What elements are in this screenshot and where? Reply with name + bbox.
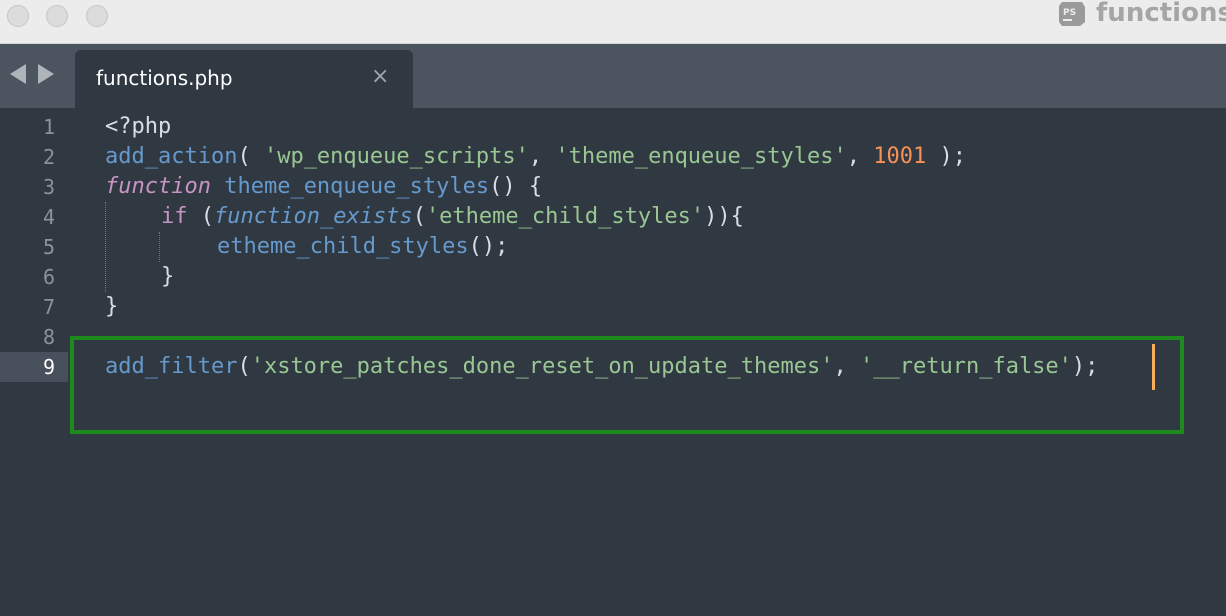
line-number: 7 [42, 295, 55, 319]
line-number: 2 [42, 145, 55, 169]
string-literal: 'wp_enqueue_scripts' [263, 144, 529, 169]
code-line-7: } [105, 292, 118, 322]
zoom-window-button[interactable] [86, 5, 108, 27]
indent-guide [105, 202, 106, 292]
code-line-3: function theme_enqueue_styles() { [105, 172, 542, 202]
php-open-tag: <?php [105, 114, 172, 139]
code-line-6: } [161, 262, 174, 292]
line-number-current: 9 [42, 355, 55, 379]
tab-label: functions.php [96, 66, 233, 90]
line-number: 1 [42, 115, 55, 139]
punctuation: ); [926, 144, 966, 169]
punctuation: ( [412, 204, 426, 229]
string-literal: 'theme_enqueue_styles' [555, 144, 847, 169]
punctuation: , [528, 144, 556, 169]
chevron-right-icon[interactable] [38, 64, 54, 84]
keyword: function [105, 174, 211, 199]
function-name: theme_enqueue_styles [224, 174, 490, 199]
punctuation: , [846, 144, 874, 169]
tab-bar: functions.php × [0, 44, 1226, 108]
code-line-5: etheme_child_styles(); [217, 232, 508, 262]
line-number: 8 [42, 325, 55, 349]
string-literal: 'etheme_child_styles' [425, 204, 705, 229]
window-title: functions. [1096, 0, 1226, 28]
punctuation: ( [237, 144, 264, 169]
highlight-annotation-box [70, 336, 1184, 434]
punctuation: } [161, 264, 175, 289]
punctuation: (); [468, 234, 509, 259]
number-literal: 1001 [873, 144, 927, 169]
minimize-window-button[interactable] [46, 5, 68, 27]
chevron-left-icon[interactable] [10, 64, 26, 84]
function-call: function_exists [214, 204, 413, 229]
ps-icon: PS [1059, 2, 1085, 26]
keyword: if [161, 204, 188, 229]
punctuation: } [105, 294, 119, 319]
line-number: 5 [42, 235, 55, 259]
function-call: add_action [105, 144, 238, 169]
code-editor[interactable]: 1 2 3 4 5 6 7 8 9 <?php add_action( 'wp_… [0, 108, 1226, 616]
punctuation: ( [187, 204, 214, 229]
close-icon[interactable]: × [371, 65, 389, 89]
close-window-button[interactable] [7, 5, 29, 27]
punctuation: () { [489, 174, 543, 199]
line-number: 6 [42, 265, 55, 289]
code-line-1: <?php [105, 112, 171, 142]
indent-guide [159, 232, 160, 262]
line-number: 3 [42, 175, 55, 199]
svg-text:PS: PS [1063, 8, 1076, 18]
function-call: etheme_child_styles [217, 234, 469, 259]
code-line-4: if (function_exists('etheme_child_styles… [161, 202, 744, 232]
title-bar: PS functions. [0, 0, 1226, 44]
line-number: 4 [42, 205, 55, 229]
code-line-2: add_action( 'wp_enqueue_scripts', 'theme… [105, 142, 966, 172]
punctuation: )){ [704, 204, 744, 229]
tab-functions-php[interactable]: functions.php × [75, 50, 413, 108]
